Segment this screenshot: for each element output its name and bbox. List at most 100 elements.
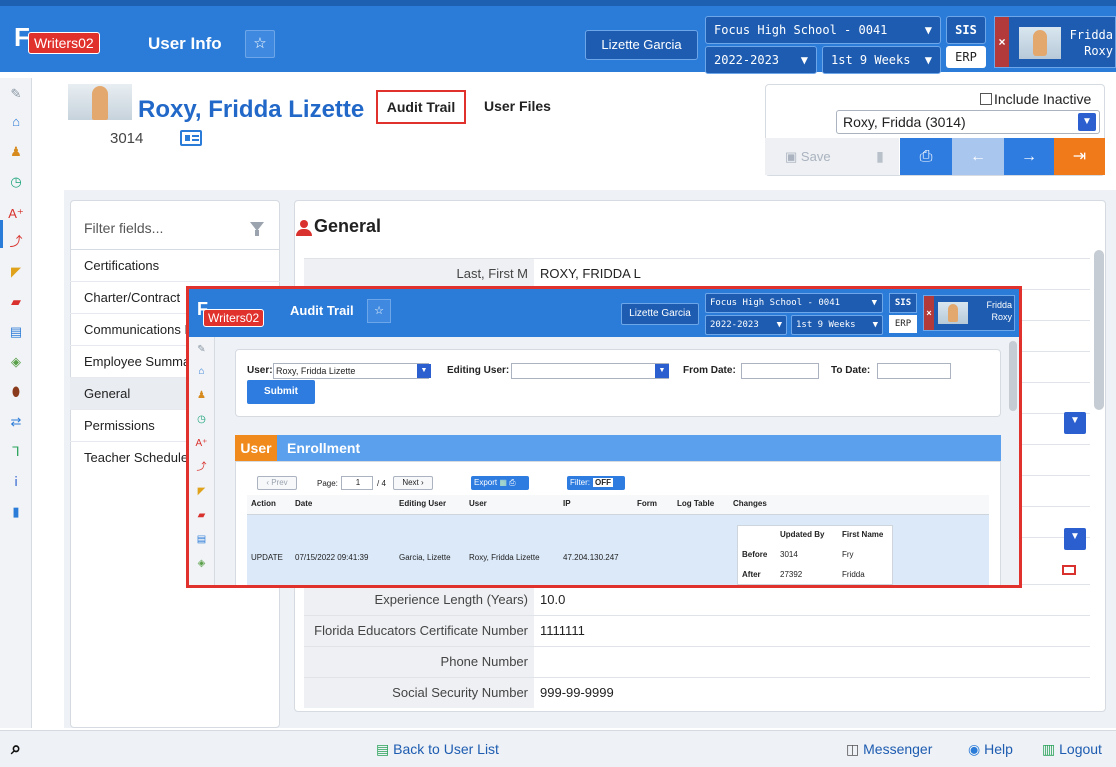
previous-record-button[interactable]: ← xyxy=(952,138,1004,175)
sis-button[interactable]: SIS xyxy=(946,16,986,44)
card-icon[interactable]: ▤ xyxy=(195,533,208,546)
chevron-down-icon[interactable]: ▼ xyxy=(655,364,669,378)
users-icon[interactable]: ♟ xyxy=(195,389,208,402)
bar-chart-icon[interactable]: ▮ xyxy=(8,504,24,520)
column-header-log-table[interactable]: Log Table xyxy=(677,499,714,508)
to-date-input[interactable] xyxy=(877,363,951,379)
school-icon[interactable]: ⌂ xyxy=(195,365,208,378)
table-header-row xyxy=(247,495,989,515)
users-icon[interactable]: ♟ xyxy=(8,144,24,160)
trend-icon[interactable]: ⤴ xyxy=(8,234,24,250)
page-input[interactable]: 1 xyxy=(341,476,373,490)
clock-icon[interactable]: ◷ xyxy=(195,413,208,426)
column-header-editing-user[interactable]: Editing User xyxy=(399,499,446,508)
florida-icon[interactable]: ⅂ xyxy=(8,444,24,460)
money-icon[interactable]: ◈ xyxy=(195,557,208,570)
wrench-icon[interactable]: ✎ xyxy=(8,86,24,102)
messenger-link[interactable]: ◫ Messenger xyxy=(846,741,932,758)
column-header-date[interactable]: Date xyxy=(295,499,312,508)
money-icon[interactable]: ◈ xyxy=(8,354,24,370)
profile-name: Fridda Roxy xyxy=(1069,27,1113,59)
user-filter-select[interactable]: Roxy, Fridda Lizette xyxy=(273,363,429,379)
user-select[interactable]: Roxy, Fridda (3014) ▼ xyxy=(836,110,1100,134)
field-value[interactable]: 999-99-9999 xyxy=(540,678,614,708)
close-icon[interactable]: × xyxy=(995,17,1009,67)
next-record-button[interactable]: → xyxy=(1004,138,1054,175)
form-icon[interactable]: ▰ xyxy=(195,509,208,522)
megaphone-icon[interactable]: ◤ xyxy=(195,485,208,498)
chevron-down-icon[interactable]: ▼ xyxy=(417,364,431,378)
school-select[interactable]: Focus High School - 0041 ▼ xyxy=(705,16,941,44)
overlay-scrollbar[interactable] xyxy=(1009,341,1017,411)
column-header-ip[interactable]: IP xyxy=(563,499,571,508)
grades-icon[interactable]: A⁺ xyxy=(8,206,24,222)
trash-icon[interactable]: ▮ xyxy=(860,138,900,175)
vertical-scrollbar[interactable] xyxy=(1094,250,1104,410)
overlay-current-user-button[interactable]: Lizette Garcia xyxy=(621,303,699,325)
column-header-form[interactable]: Form xyxy=(637,499,657,508)
next-page-button[interactable]: Next › xyxy=(393,476,433,490)
editing-user-select[interactable] xyxy=(511,363,669,379)
grades-icon[interactable]: A⁺ xyxy=(195,437,208,450)
wrench-icon[interactable]: ✎ xyxy=(195,343,208,356)
erp-button[interactable]: ERP xyxy=(946,46,986,68)
field-label: Last, First M xyxy=(304,259,534,289)
column-header-action[interactable]: Action xyxy=(251,499,276,508)
football-icon[interactable]: ⬮ xyxy=(8,384,24,400)
overlay-logo-badge[interactable]: Writers02 xyxy=(203,309,265,327)
period-select[interactable]: 1st 9 Weeks ▼ xyxy=(822,46,941,74)
include-inactive-checkbox[interactable] xyxy=(980,93,992,105)
favorite-star-icon[interactable]: ☆ xyxy=(245,30,275,58)
year-select[interactable]: 2022-2023 ▼ xyxy=(705,46,817,74)
overlay-period-select[interactable]: 1st 9 Weeks ▼ xyxy=(791,315,883,335)
avatar xyxy=(938,302,968,324)
trend-icon[interactable]: ⤴ xyxy=(195,461,208,474)
tab-enrollment[interactable]: Enrollment xyxy=(287,435,360,461)
profile-id: 3014 xyxy=(110,130,144,147)
from-date-input[interactable] xyxy=(741,363,819,379)
filter-fields-input[interactable]: Filter fields... xyxy=(70,210,280,250)
column-header-user[interactable]: User xyxy=(469,499,487,508)
handshake-icon[interactable]: ⇄ xyxy=(8,414,24,430)
tab-audit-trail[interactable]: Audit Trail xyxy=(376,90,466,124)
search-icon[interactable]: ⌕ xyxy=(0,730,32,767)
tab-user[interactable]: User xyxy=(235,435,277,461)
export-button[interactable]: Export ▦ ⎙ xyxy=(471,476,529,490)
mail-icon[interactable] xyxy=(1062,565,1076,575)
print-button[interactable]: ⎙ xyxy=(900,138,952,175)
overlay-school-select[interactable]: Focus High School - 0041 ▼ xyxy=(705,293,883,313)
megaphone-icon[interactable]: ◤ xyxy=(8,264,24,280)
info-icon[interactable]: ⅰ xyxy=(8,474,24,490)
close-icon[interactable]: × xyxy=(924,296,934,330)
overlay-profile-switcher[interactable]: × Fridda Roxy xyxy=(923,295,1015,331)
overlay-year-select[interactable]: 2022-2023 ▼ xyxy=(705,315,787,335)
id-card-icon[interactable] xyxy=(180,130,202,146)
profile-photo xyxy=(68,84,132,120)
overlay-sis-button[interactable]: SIS xyxy=(889,293,917,313)
filter-state: OFF xyxy=(593,478,613,487)
tab-user-files[interactable]: User Files xyxy=(484,98,551,114)
include-inactive-toggle[interactable]: Include Inactive xyxy=(980,91,1091,107)
prev-page-button[interactable]: ‹ Prev xyxy=(257,476,297,490)
form-icon[interactable]: ▰ xyxy=(8,294,24,310)
chevron-down-icon[interactable]: ▼ xyxy=(1064,528,1086,550)
field-value[interactable]: 1111111 xyxy=(540,616,585,646)
field-value[interactable]: 10.0 xyxy=(540,585,565,615)
overlay-erp-button[interactable]: ERP xyxy=(889,315,917,333)
back-to-user-list-link[interactable]: ▤ Back to User List xyxy=(376,741,499,758)
current-user-button[interactable]: Lizette Garcia xyxy=(585,30,698,60)
chevron-down-icon[interactable]: ▼ xyxy=(1078,113,1096,131)
card-icon[interactable]: ▤ xyxy=(8,324,24,340)
field-value[interactable]: ROXY, FRIDDA L xyxy=(540,259,641,289)
clock-icon[interactable]: ◷ xyxy=(8,174,24,190)
profile-switcher[interactable]: × Fridda Roxy xyxy=(994,16,1116,68)
exit-button[interactable]: ⇥ xyxy=(1054,138,1105,175)
category-certifications[interactable]: Certifications xyxy=(70,250,280,282)
favorite-star-icon[interactable]: ☆ xyxy=(367,299,391,323)
help-link[interactable]: ◉ Help xyxy=(968,741,1013,758)
submit-button[interactable]: Submit xyxy=(247,380,315,404)
school-icon[interactable]: ⌂ xyxy=(8,114,24,130)
filter-toggle[interactable]: Filter: OFF xyxy=(567,476,625,490)
chevron-down-icon[interactable]: ▼ xyxy=(1064,412,1086,434)
logout-link[interactable]: ▥ Logout xyxy=(1042,741,1102,758)
